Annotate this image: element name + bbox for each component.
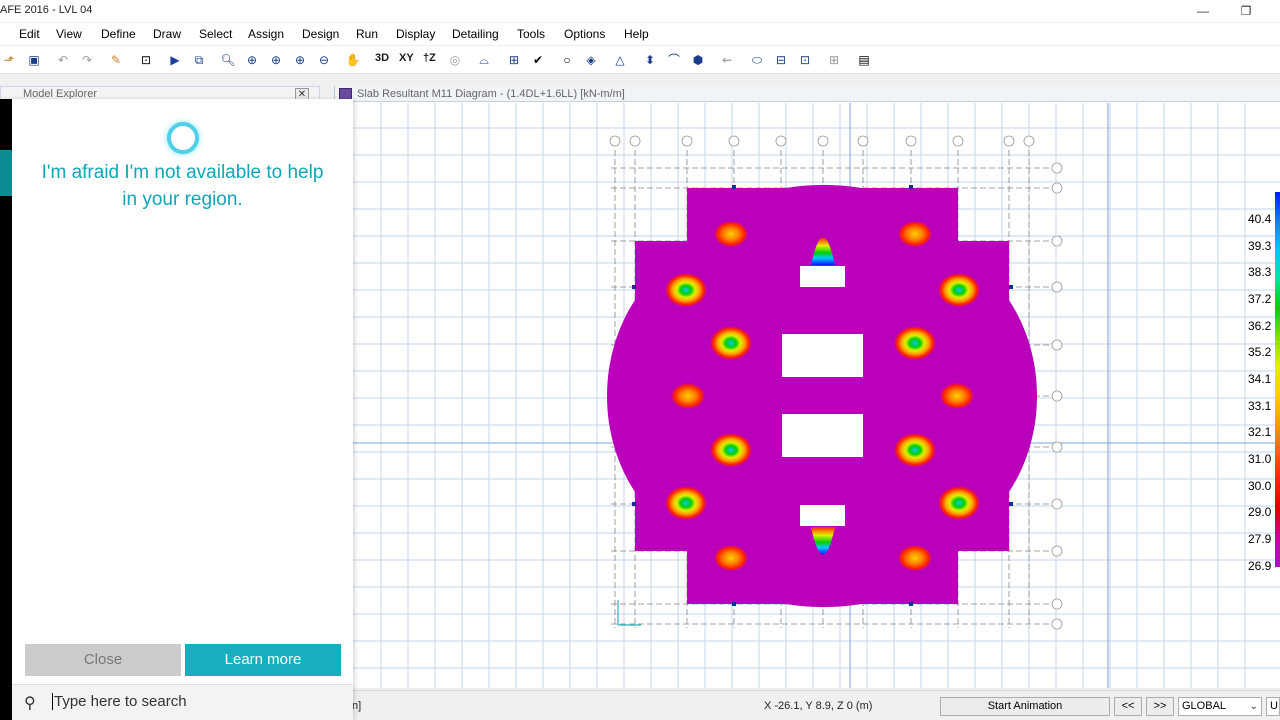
menu-display[interactable]: Display bbox=[396, 27, 435, 41]
cortana-panel: I'm afraid I'm not available to help in … bbox=[0, 99, 353, 720]
title-bar: AFE 2016 - LVL 04 — ❐ bbox=[0, 0, 1280, 22]
start-menu-accent bbox=[0, 150, 12, 196]
tendon-icon[interactable]: ⬭ bbox=[748, 51, 766, 69]
beam-forces-icon[interactable]: ⌒ bbox=[665, 51, 683, 69]
previous-button[interactable]: << bbox=[1114, 697, 1142, 716]
menu-draw[interactable]: Draw bbox=[153, 27, 181, 41]
view-3d-button[interactable]: 3D bbox=[375, 52, 389, 64]
legend-value: 32.1 bbox=[1248, 425, 1272, 439]
search-input[interactable]: Type here to search bbox=[52, 693, 187, 710]
legend-value: 34.1 bbox=[1248, 372, 1272, 386]
undo-icon[interactable]: ↶ bbox=[54, 51, 72, 69]
cursor-coordinates: X -26.1, Y 8.9, Z 0 (m) bbox=[764, 700, 873, 712]
drawing-window-title: Slab Resultant M11 Diagram - (1.4DL+1.6L… bbox=[357, 88, 625, 100]
legend-value: 26.9 bbox=[1248, 559, 1272, 573]
legend-value: 39.3 bbox=[1248, 239, 1272, 253]
legend-value: 31.0 bbox=[1248, 452, 1272, 466]
menu-edit[interactable]: Edit bbox=[19, 27, 40, 41]
chevron-down-icon: ⌄ bbox=[1249, 701, 1258, 712]
zoom-restore-icon[interactable]: ⊕ bbox=[243, 51, 261, 69]
main-toolbar: ⬏ ▣ ↶ ↷ ✎ ⊡ ▶ ⧉ 🔍︎ ⊕ ⊕ ⊕ ⊖ ✋ 3D XY †Z ◎ … bbox=[0, 46, 1280, 74]
menu-tools[interactable]: Tools bbox=[517, 27, 545, 41]
cortana-ring-icon bbox=[167, 122, 199, 154]
menu-detailing[interactable]: Detailing bbox=[452, 27, 499, 41]
menu-help[interactable]: Help bbox=[624, 27, 649, 41]
menu-assign[interactable]: Assign bbox=[248, 27, 284, 41]
legend-value: 38.3 bbox=[1248, 265, 1272, 279]
drawing-window-header: Slab Resultant M11 Diagram - (1.4DL+1.6L… bbox=[335, 86, 1280, 102]
rotate-icon[interactable]: ◎ bbox=[446, 51, 464, 69]
legend-value: 40.4 bbox=[1248, 212, 1272, 226]
strip-forces-icon[interactable]: ⇜ bbox=[718, 51, 736, 69]
coordinate-system-value: GLOBAL bbox=[1182, 700, 1227, 712]
select-icon[interactable]: ⊞ bbox=[505, 51, 523, 69]
slab-moment-diagram-canvas[interactable] bbox=[335, 103, 1280, 688]
start-animation-button[interactable]: Start Animation bbox=[940, 697, 1110, 716]
menu-bar: Edit View Define Draw Select Assign Desi… bbox=[0, 23, 1280, 45]
coordinate-system-select[interactable]: GLOBAL ⌄ bbox=[1178, 697, 1262, 716]
zoom-window-icon[interactable]: 🔍︎ bbox=[219, 51, 237, 69]
status-left-text: n] bbox=[352, 700, 362, 712]
maximize-button[interactable]: ❐ bbox=[1233, 2, 1259, 20]
view-xy-button[interactable]: XY bbox=[399, 52, 414, 64]
next-button[interactable]: >> bbox=[1146, 697, 1174, 716]
reactions-icon[interactable]: △ bbox=[611, 51, 629, 69]
check-icon[interactable]: ✔ bbox=[529, 51, 547, 69]
deformed-shape-icon[interactable]: ◈ bbox=[582, 51, 600, 69]
units-value: U bbox=[1270, 700, 1278, 712]
legend-value: 36.2 bbox=[1248, 319, 1272, 333]
grid-icon[interactable]: ⊞ bbox=[825, 51, 843, 69]
cortana-message: I'm afraid I'm not available to help in … bbox=[41, 162, 324, 210]
menu-options[interactable]: Options bbox=[564, 27, 605, 41]
menu-run[interactable]: Run bbox=[356, 27, 378, 41]
slab-forces-icon[interactable]: ⬢ bbox=[689, 51, 707, 69]
perspective-icon[interactable]: ⌓ bbox=[475, 51, 493, 69]
table-display-icon[interactable]: ⊟ bbox=[772, 51, 790, 69]
zoom-in-step-icon[interactable]: ⊕ bbox=[291, 51, 309, 69]
menu-select[interactable]: Select bbox=[199, 27, 232, 41]
window-title: AFE 2016 - LVL 04 bbox=[0, 4, 93, 16]
legend-value: 37.2 bbox=[1248, 292, 1272, 306]
run-icon[interactable]: ▶ bbox=[166, 51, 184, 69]
zoom-in-icon[interactable]: ⊕ bbox=[267, 51, 285, 69]
legend-value: 27.9 bbox=[1248, 532, 1272, 546]
tables-icon[interactable]: ▤ bbox=[855, 51, 873, 69]
save-icon[interactable]: ▣ bbox=[25, 51, 43, 69]
menu-design[interactable]: Design bbox=[302, 27, 339, 41]
open-icon[interactable]: ⬏ bbox=[0, 51, 18, 69]
menu-define[interactable]: Define bbox=[101, 27, 136, 41]
run-design-icon[interactable]: ⧉ bbox=[190, 51, 208, 69]
legend-color-bar bbox=[1275, 192, 1280, 567]
units-select[interactable]: U bbox=[1266, 697, 1280, 716]
legend-value: 35.2 bbox=[1248, 345, 1272, 359]
lock-icon[interactable]: ⊡ bbox=[137, 51, 155, 69]
safe-app-window: AFE 2016 - LVL 04 — ❐ Edit View Define D… bbox=[0, 0, 1280, 720]
legend-value: 30.0 bbox=[1248, 479, 1272, 493]
redo-icon[interactable]: ↷ bbox=[78, 51, 96, 69]
minimize-button[interactable]: — bbox=[1190, 2, 1216, 20]
punching-icon[interactable]: ⬍ bbox=[641, 51, 659, 69]
pencil-icon[interactable]: ✎ bbox=[107, 51, 125, 69]
node-display-icon[interactable]: ⊡ bbox=[796, 51, 814, 69]
menu-view[interactable]: View bbox=[56, 27, 82, 41]
learn-more-button[interactable]: Learn more bbox=[185, 644, 341, 676]
legend-value: 29.0 bbox=[1248, 505, 1272, 519]
drawing-window: Slab Resultant M11 Diagram - (1.4DL+1.6L… bbox=[334, 86, 1280, 688]
start-menu-strip bbox=[0, 99, 12, 720]
close-button[interactable]: Close bbox=[25, 644, 181, 676]
pan-hand-icon[interactable]: ✋ bbox=[344, 51, 362, 69]
legend-value: 33.1 bbox=[1248, 399, 1272, 413]
circle-icon[interactable]: ○ bbox=[558, 51, 576, 69]
zoom-out-icon[interactable]: ⊖ bbox=[315, 51, 333, 69]
search-icon: ⚲ bbox=[24, 695, 36, 712]
view-z-button[interactable]: †Z bbox=[423, 52, 436, 64]
taskbar-search-box[interactable]: ⚲ Type here to search bbox=[12, 684, 353, 720]
